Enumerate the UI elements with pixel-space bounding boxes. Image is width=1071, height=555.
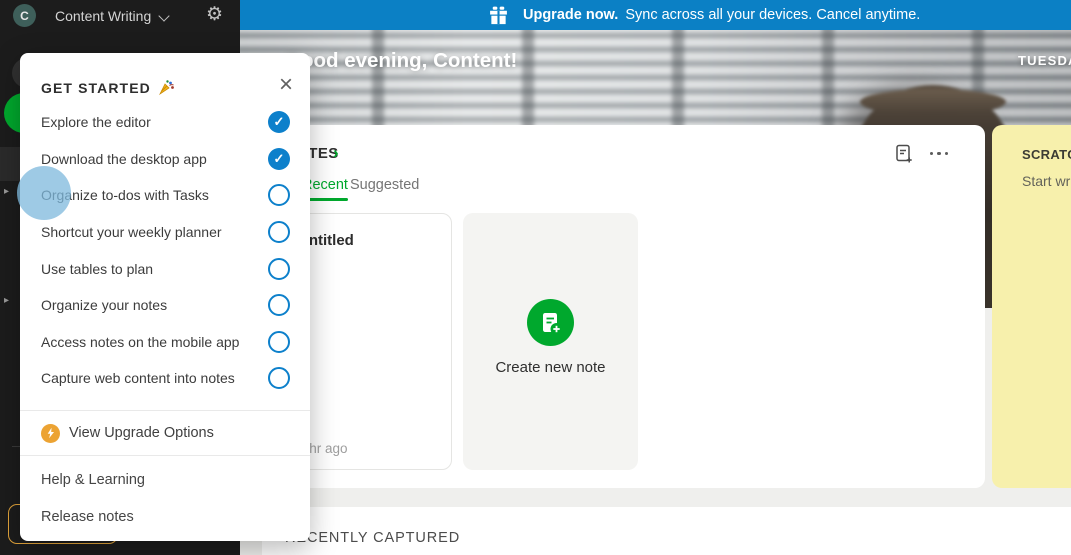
expand-arrow-icon[interactable]: ▸	[4, 186, 9, 197]
checklist-item[interactable]: Capture web content into notes	[20, 360, 310, 397]
app-window: Upgrade now. Sync across all your device…	[0, 0, 1071, 555]
checklist-item[interactable]: Shortcut your weekly planner	[20, 214, 310, 251]
popover-divider	[20, 455, 310, 456]
check-circle-icon[interactable]: ✓	[268, 111, 290, 134]
gift-icon	[490, 6, 507, 24]
chevron-down-icon[interactable]	[158, 10, 170, 22]
check-circle-icon[interactable]	[268, 294, 290, 317]
checklist-item[interactable]: Explore the editor ✓	[20, 104, 310, 141]
help-learning-link[interactable]: Help & Learning	[41, 472, 145, 488]
check-circle-icon[interactable]: ✓	[268, 147, 290, 170]
view-upgrade-options[interactable]: View Upgrade Options	[41, 420, 214, 446]
check-circle-icon[interactable]	[268, 184, 290, 207]
scratch-pad-widget[interactable]: SCRATCH PAD Start writing...	[992, 125, 1071, 488]
create-note-label: Create new note	[495, 359, 606, 376]
close-icon[interactable]: ×	[275, 71, 297, 99]
banner-subtext: Sync across all your devices. Cancel any…	[625, 7, 921, 23]
get-started-title: GET STARTED	[41, 79, 151, 96]
create-note-icon[interactable]	[527, 299, 574, 346]
more-options-icon[interactable]	[928, 148, 951, 160]
notes-widget: NOTES › Recent Suggested Untitled 1 hr a…	[262, 125, 985, 488]
checklist-item[interactable]: Use tables to plan	[20, 250, 310, 287]
check-circle-icon[interactable]	[268, 221, 290, 244]
banner-headline: Upgrade now.	[523, 7, 619, 23]
checklist-item[interactable]: Organize your notes	[20, 287, 310, 324]
workspace-name[interactable]: Content Writing	[55, 8, 151, 24]
date-label: TUESDAY	[1018, 53, 1071, 68]
notes-chevron-icon[interactable]: ›	[333, 143, 339, 163]
settings-gear-icon[interactable]: ⚙	[206, 3, 223, 26]
scratch-pad-title: SCRATCH PAD	[1022, 147, 1071, 162]
upgrade-banner: Upgrade now. Sync across all your device…	[240, 0, 1071, 30]
release-notes-link[interactable]: Release notes	[41, 509, 134, 525]
popover-divider	[20, 410, 310, 411]
check-circle-icon[interactable]	[268, 367, 290, 390]
get-started-popover: GET STARTED × Explore the editor ✓ Downl…	[20, 53, 310, 541]
check-circle-icon[interactable]	[268, 257, 290, 280]
lightning-bolt-icon	[41, 423, 60, 443]
create-new-note-card[interactable]: Create new note	[463, 213, 638, 470]
get-started-checklist: Explore the editor ✓ Download the deskto…	[20, 104, 310, 397]
expand-arrow-icon[interactable]: ▸	[4, 295, 9, 306]
tab-suggested[interactable]: Suggested	[350, 177, 419, 193]
recently-captured-title: RECENTLY CAPTURED	[285, 530, 461, 546]
workspace-avatar[interactable]: C	[13, 4, 36, 27]
checklist-item[interactable]: Download the desktop app ✓	[20, 141, 310, 178]
checklist-item[interactable]: Organize to-dos with Tasks	[20, 177, 310, 214]
scratch-pad-placeholder[interactable]: Start writing...	[1022, 173, 1071, 189]
greeting-text: Good evening, Content!	[285, 49, 518, 72]
checklist-item[interactable]: Access notes on the mobile app	[20, 324, 310, 361]
party-popper-icon	[158, 80, 174, 96]
new-note-icon[interactable]	[893, 143, 914, 164]
check-circle-icon[interactable]	[268, 330, 290, 353]
recently-captured-widget: RECENTLY CAPTURED	[262, 507, 1071, 555]
